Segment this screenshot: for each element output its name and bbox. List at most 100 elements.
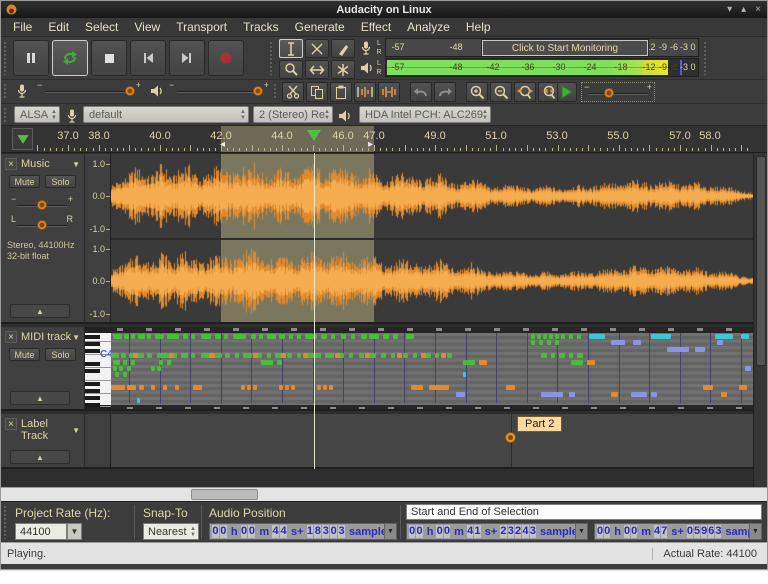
midi-note[interactable] [541,392,563,397]
close-icon[interactable]: × [755,4,761,15]
time-digit[interactable]: 4 [522,525,528,538]
menu-select[interactable]: Select [77,18,126,36]
midi-note[interactable] [215,353,222,358]
midi-note[interactable] [406,334,414,339]
time-digit[interactable]: 0 [631,525,637,538]
midi-note[interactable] [303,353,308,358]
midi-note[interactable] [555,334,559,339]
music-track-panel[interactable]: × Music▼ Mute Solo −+ LR Stereo, 44100Hz… [1,154,85,324]
midi-note[interactable] [235,353,239,358]
minimize-icon[interactable]: ▾ [727,4,732,15]
midi-note[interactable] [133,353,138,358]
midi-note[interactable] [551,353,555,358]
transport-toolbar-grip[interactable] [3,41,8,75]
midi-track-content[interactable] [111,327,753,411]
midi-piano-keys[interactable]: C4 [85,327,111,411]
midi-note[interactable] [447,353,452,358]
selection-start-field[interactable]: 00h00m41s+23243samples▼ [406,523,588,540]
midi-note[interactable] [159,360,163,365]
midi-note[interactable] [741,334,749,339]
loop-play-button[interactable] [52,40,88,76]
project-rate-value[interactable]: 44100 [15,523,67,540]
recording-channels-select[interactable]: 2 (Stereo) Re▲▼ [253,106,333,123]
label-track-panel[interactable]: × Label Track▼ ▲ [1,414,85,469]
midi-note[interactable] [253,353,258,358]
horizontal-scrollbar[interactable] [1,487,767,501]
midi-note[interactable] [393,334,398,339]
midi-note[interactable] [113,334,122,339]
vertical-scrollbar[interactable] [753,153,767,487]
time-digit[interactable]: 3 [322,525,329,538]
midi-note[interactable] [138,334,145,339]
midi-note[interactable] [151,366,155,371]
monitoring-tooltip[interactable]: Click to Start Monitoring [482,40,648,56]
midi-note[interactable] [267,334,276,339]
music-gain-slider[interactable]: −+ [11,196,73,214]
midi-note[interactable] [541,353,547,358]
music-close-button[interactable]: × [5,158,17,170]
midi-note[interactable] [167,334,179,339]
selection-left-arrow[interactable]: ◂ [220,140,225,150]
label-close-button[interactable]: × [5,418,17,430]
edit-toolbar-grip[interactable] [273,83,278,100]
midi-note[interactable] [297,353,301,358]
midi-note[interactable] [285,385,289,390]
time-digit[interactable]: 0 [687,525,693,538]
midi-note[interactable] [151,385,155,390]
recording-meter[interactable]: 0-3-6-9-12-18-24-30-36-42-48-57 Click to… [385,38,699,57]
silence-audio-button[interactable] [378,82,400,102]
time-digit[interactable]: 0 [212,525,219,538]
time-digit[interactable]: 0 [436,525,442,538]
midi-note[interactable] [155,334,164,339]
midi-note[interactable] [549,334,553,339]
time-digit[interactable]: 1 [307,525,314,538]
midi-note[interactable] [381,353,386,358]
midi-note[interactable] [745,366,751,371]
time-digit[interactable]: 5 [694,525,700,538]
midi-note[interactable] [349,353,353,358]
playback-volume-slider[interactable]: −+ [169,82,269,100]
midi-note[interactable] [147,334,151,339]
time-digit[interactable]: 0 [241,525,248,538]
midi-note[interactable] [611,340,625,345]
midi-note[interactable] [209,353,215,358]
time-digit[interactable]: 0 [220,525,227,538]
midi-note[interactable] [633,340,641,345]
label-track-menu[interactable]: Label Track▼ [21,418,80,442]
midi-note[interactable] [287,353,292,358]
midi-note[interactable] [247,385,251,390]
midi-note[interactable] [335,353,340,358]
midi-note[interactable] [651,392,657,397]
midi-note[interactable] [113,366,117,371]
menu-help[interactable]: Help [458,18,499,36]
time-digit[interactable]: 4 [654,525,660,538]
draw-tool-button[interactable] [331,39,355,58]
midi-note[interactable] [267,353,271,358]
midi-note[interactable] [321,334,327,339]
envelope-tool-button[interactable] [305,39,329,58]
label-collapse-button[interactable]: ▲ [10,450,70,464]
time-digit[interactable]: 7 [661,525,667,538]
music-track-menu[interactable]: Music▼ [21,158,80,170]
midi-note[interactable] [413,353,417,358]
midi-solo-button[interactable]: Solo [45,348,76,361]
midi-note[interactable] [506,385,515,390]
menu-file[interactable]: File [5,18,40,36]
midi-note[interactable] [131,334,135,339]
midi-note[interactable] [369,334,379,339]
music-collapse-button[interactable]: ▲ [10,304,70,318]
zoom-out-button[interactable] [490,82,512,102]
midi-note[interactable] [113,360,120,365]
time-digit[interactable]: 0 [604,525,610,538]
midi-note[interactable] [531,334,535,339]
midi-note[interactable] [365,353,370,358]
midi-note[interactable] [361,334,367,339]
waveform-channel-left[interactable] [111,155,753,237]
midi-note[interactable] [411,385,423,390]
midi-note[interactable] [561,334,565,339]
time-digit[interactable]: 3 [338,525,345,538]
midi-note[interactable] [181,353,188,358]
midi-note[interactable] [277,360,282,365]
time-digit[interactable]: 2 [515,525,521,538]
playback-meter[interactable]: -57-48-42-36-30-24-18-12-9-6-30 [385,58,699,77]
